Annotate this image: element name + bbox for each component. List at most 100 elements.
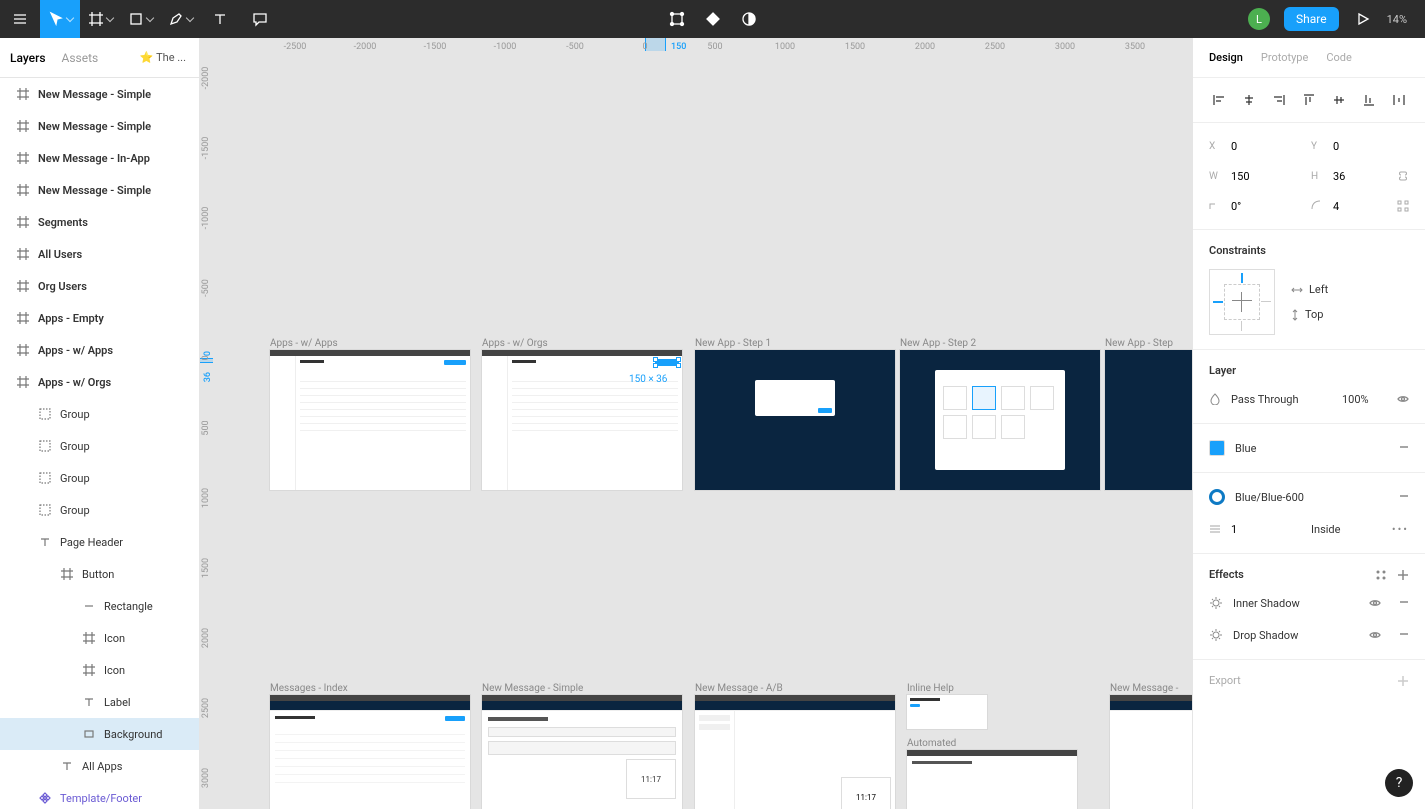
effect-name[interactable]: Inner Shadow: [1233, 597, 1300, 610]
remove-stroke[interactable]: [1399, 491, 1409, 504]
page-selector[interactable]: ⭐ The ...: [140, 51, 189, 64]
frame-newapp2[interactable]: [900, 350, 1100, 490]
independent-corners-icon[interactable]: [1397, 200, 1409, 212]
canvas-inner[interactable]: Apps - w/ Apps Apps - w/ Orgs: [220, 58, 1192, 809]
effect-visibility[interactable]: [1369, 597, 1381, 609]
stroke-weight-input[interactable]: [1231, 523, 1261, 536]
layer-row[interactable]: All Apps: [0, 750, 199, 782]
remove-fill[interactable]: [1399, 442, 1409, 455]
layer-row[interactable]: Rectangle: [0, 590, 199, 622]
input-y[interactable]: [1333, 140, 1377, 153]
layer-row[interactable]: Button: [0, 558, 199, 590]
help-button[interactable]: ?: [1385, 769, 1413, 797]
layer-row[interactable]: New Message - Simple: [0, 110, 199, 142]
tab-assets[interactable]: Assets: [62, 51, 99, 65]
frame-label[interactable]: Inline Help: [907, 683, 954, 694]
move-tool[interactable]: [40, 0, 80, 38]
input-rotation[interactable]: [1231, 200, 1275, 213]
canvas[interactable]: 150 -2500-2000-1500-1000-500050010001500…: [200, 38, 1192, 809]
frame-label[interactable]: Apps - w/ Orgs: [482, 338, 548, 349]
tab-design[interactable]: Design: [1209, 51, 1243, 64]
layer-row[interactable]: Apps - w/ Orgs: [0, 366, 199, 398]
visibility-toggle[interactable]: [1397, 393, 1409, 405]
menu-button[interactable]: [0, 0, 40, 38]
layer-row[interactable]: Template/Footer: [0, 782, 199, 809]
layer-row[interactable]: Apps - w/ Apps: [0, 334, 199, 366]
frame-newapp1[interactable]: [695, 350, 895, 490]
layer-row[interactable]: Group: [0, 462, 199, 494]
layer-row[interactable]: Group: [0, 398, 199, 430]
constraint-h-select[interactable]: Left: [1291, 283, 1339, 296]
comment-tool[interactable]: [240, 0, 280, 38]
frame-newapp3[interactable]: [1105, 350, 1192, 490]
shape-tool[interactable]: [120, 0, 160, 38]
remove-effect[interactable]: [1399, 597, 1409, 610]
frame-label[interactable]: New App - Step 2: [900, 338, 976, 349]
frame-apps-w-orgs[interactable]: [482, 350, 682, 490]
frame-label[interactable]: New App - Step 1: [695, 338, 771, 349]
avatar[interactable]: L: [1248, 8, 1270, 30]
layer-row[interactable]: Label: [0, 686, 199, 718]
add-export[interactable]: [1397, 675, 1409, 687]
stroke-swatch[interactable]: [1209, 489, 1225, 505]
component-icon[interactable]: [665, 0, 689, 38]
frame-newmsg5[interactable]: [1110, 695, 1192, 809]
align-hcenter[interactable]: [1239, 90, 1259, 110]
align-bottom[interactable]: [1359, 90, 1379, 110]
layer-row[interactable]: Group: [0, 494, 199, 526]
frame-newmsg-ab[interactable]: 11:17: [695, 695, 895, 809]
blend-mode[interactable]: Pass Through: [1231, 393, 1299, 406]
stroke-position[interactable]: Inside: [1311, 523, 1340, 536]
layer-row[interactable]: Org Users: [0, 270, 199, 302]
constraint-widget[interactable]: [1209, 269, 1275, 335]
frame-automated[interactable]: [907, 750, 1077, 809]
layer-row[interactable]: Apps - Empty: [0, 302, 199, 334]
frame-label[interactable]: New Message - A/B: [695, 683, 783, 694]
align-right[interactable]: [1269, 90, 1289, 110]
opacity-value[interactable]: 100%: [1342, 393, 1369, 406]
input-h[interactable]: [1333, 170, 1377, 183]
align-left[interactable]: [1209, 90, 1229, 110]
input-radius[interactable]: [1333, 200, 1377, 213]
mask-icon[interactable]: [737, 0, 761, 38]
zoom-control[interactable]: 14%: [1387, 13, 1411, 26]
styles-icon[interactable]: [1375, 569, 1387, 581]
input-x[interactable]: [1231, 140, 1275, 153]
effect-visibility[interactable]: [1369, 629, 1381, 641]
layer-row[interactable]: New Message - Simple: [0, 174, 199, 206]
add-effect[interactable]: [1397, 569, 1409, 581]
remove-effect[interactable]: [1399, 629, 1409, 642]
layer-row[interactable]: Background: [0, 718, 199, 750]
tab-code[interactable]: Code: [1326, 51, 1351, 64]
link-icon[interactable]: [1397, 170, 1409, 182]
stroke-more[interactable]: •••: [1392, 523, 1409, 536]
layer-row[interactable]: Icon: [0, 622, 199, 654]
text-tool[interactable]: [200, 0, 240, 38]
frame-label[interactable]: Messages - Index: [270, 683, 348, 694]
frame-label[interactable]: Apps - w/ Apps: [270, 338, 338, 349]
constraint-v-select[interactable]: Top: [1291, 308, 1339, 321]
layer-row[interactable]: All Users: [0, 238, 199, 270]
frame-inlinehelp[interactable]: [907, 695, 987, 729]
frame-newmsg-simple[interactable]: 11:17: [482, 695, 682, 809]
tab-prototype[interactable]: Prototype: [1261, 51, 1308, 64]
effect-icon[interactable]: [1209, 596, 1223, 610]
layer-row[interactable]: New Message - Simple: [0, 78, 199, 110]
layer-row[interactable]: Icon: [0, 654, 199, 686]
frame-messages[interactable]: [270, 695, 470, 809]
layer-row[interactable]: Segments: [0, 206, 199, 238]
share-button[interactable]: Share: [1284, 7, 1339, 31]
effect-name[interactable]: Drop Shadow: [1233, 629, 1298, 642]
frame-label[interactable]: Automated: [907, 738, 956, 749]
present-button[interactable]: [1353, 0, 1373, 38]
instance-icon[interactable]: [701, 0, 725, 38]
frame-apps-w-apps[interactable]: [270, 350, 470, 490]
frame-label[interactable]: New Message - Simple: [482, 683, 583, 694]
layer-row[interactable]: Page Header: [0, 526, 199, 558]
input-w[interactable]: [1231, 170, 1275, 183]
frame-tool[interactable]: [80, 0, 120, 38]
fill-swatch[interactable]: [1209, 440, 1225, 456]
layer-row[interactable]: New Message - In-App: [0, 142, 199, 174]
frame-label[interactable]: New App - Step: [1105, 338, 1173, 349]
distribute[interactable]: [1389, 90, 1409, 110]
